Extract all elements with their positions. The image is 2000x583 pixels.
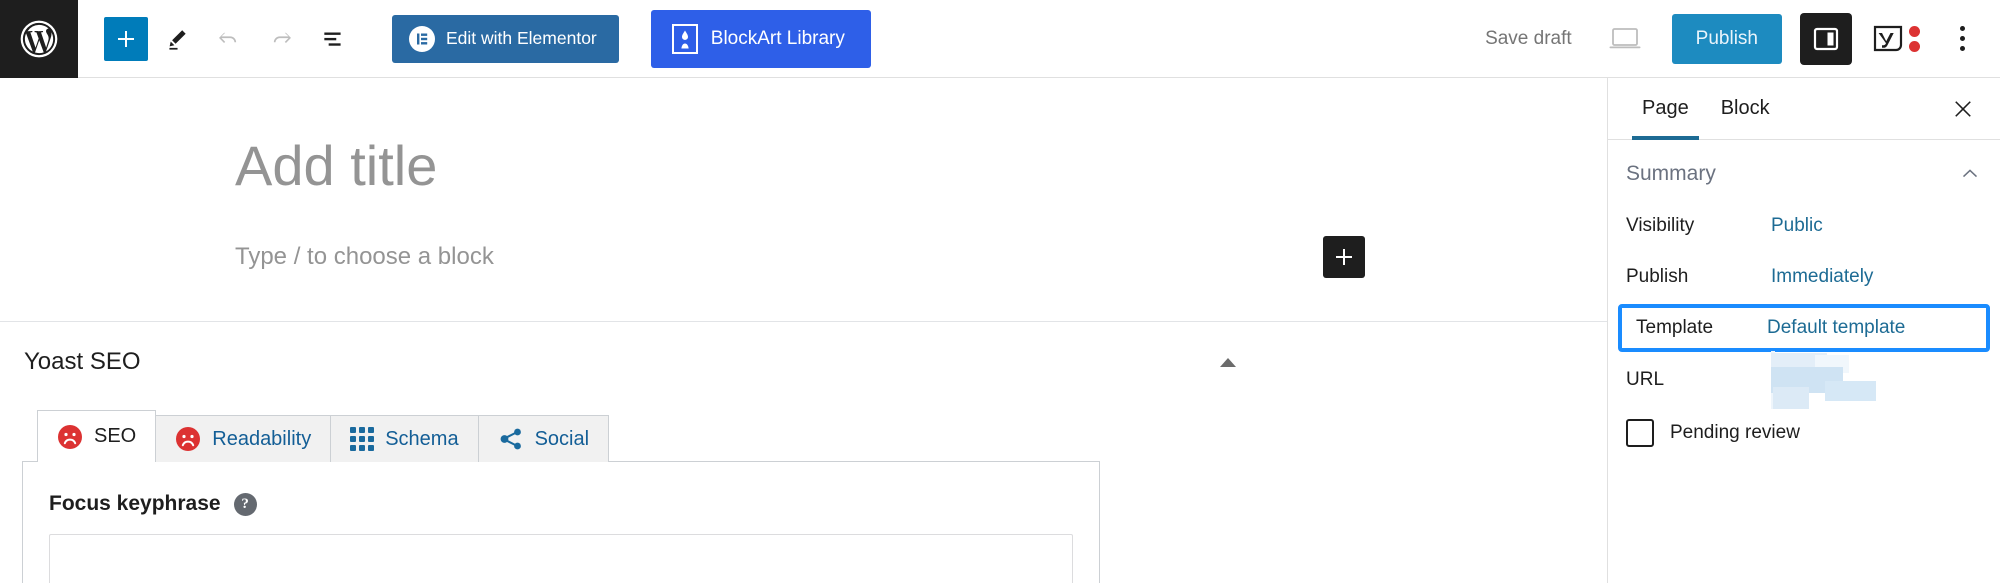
chevron-up-icon (1962, 169, 1978, 178)
more-options-button[interactable] (1942, 15, 1982, 63)
edit-with-elementor-label: Edit with Elementor (446, 28, 597, 48)
blockart-library-button[interactable]: BlockArt Library (650, 9, 871, 68)
yoast-tab-social-label: Social (534, 427, 590, 450)
block-placeholder-text[interactable]: Type / to choose a block (235, 243, 494, 271)
pending-review-checkbox[interactable] (1626, 419, 1654, 447)
summary-section-title: Summary (1626, 162, 1716, 185)
seo-score-bad-icon (57, 424, 83, 450)
settings-sidebar-toggle-button[interactable] (1800, 12, 1852, 65)
social-share-icon (498, 426, 524, 452)
summary-row-template: Template Default template (1618, 304, 1990, 352)
focus-keyphrase-input[interactable] (49, 534, 1073, 583)
yoast-tab-schema[interactable]: Schema (330, 415, 479, 462)
undo-button[interactable] (206, 16, 252, 62)
block-inserter-button[interactable] (104, 16, 148, 61)
readability-score-bad-icon (175, 426, 201, 452)
list-view-button[interactable] (310, 16, 356, 62)
yoast-tab-seo-label: SEO (94, 425, 137, 447)
visibility-value-button[interactable]: Public (1771, 215, 1823, 237)
canvas-block-inserter-button[interactable] (1323, 235, 1365, 278)
tab-page[interactable]: Page (1626, 78, 1705, 140)
schema-grid-icon (350, 427, 375, 451)
help-question-icon[interactable]: ? (233, 492, 257, 516)
summary-row-publish: Publish Immediately (1608, 251, 2000, 302)
url-value-redacted[interactable] (1771, 350, 1876, 409)
yoast-tab-social[interactable]: Social (477, 415, 610, 462)
tools-pencil-button[interactable] (154, 16, 200, 62)
publish-button[interactable]: Publish (1671, 13, 1782, 64)
visibility-label: Visibility (1626, 214, 1695, 236)
yoast-tab-schema-label: Schema (385, 427, 459, 450)
template-value-button[interactable]: Default template (1767, 317, 1905, 339)
blockart-library-label: BlockArt Library (710, 27, 845, 49)
more-options-icon (1959, 26, 1965, 31)
caret-up-icon (1220, 357, 1236, 367)
yoast-tab-readability-label: Readability (212, 427, 312, 450)
edit-with-elementor-button[interactable]: Edit with Elementor (392, 14, 619, 63)
yoast-collapse-toggle[interactable] (1214, 352, 1242, 373)
focus-keyphrase-label-row: Focus keyphrase ? (49, 492, 1073, 516)
toolbar-right-group: Save draft Publish (1471, 0, 2000, 78)
pending-review-row: Pending review (1608, 405, 2000, 447)
sidebar-tab-strip: Page Block (1608, 78, 2000, 140)
close-sidebar-button[interactable] (1940, 78, 1986, 139)
editor-canvas: Add title Type / to choose a block Yoast… (0, 78, 1607, 583)
yoast-metabox-header: Yoast SEO (0, 322, 1607, 384)
yoast-seo-metabox: Yoast SEO SEO Readability Schema Social … (0, 322, 1607, 583)
sidebar-panel-icon (1813, 27, 1839, 50)
editor-top-toolbar: Edit with Elementor BlockArt Library Sav… (0, 0, 2000, 78)
url-label: URL (1626, 368, 1665, 390)
wordpress-block-editor: Edit with Elementor BlockArt Library Sav… (0, 0, 2000, 583)
plus-icon (1336, 248, 1352, 265)
yoast-alert-dots (1909, 25, 1920, 52)
close-icon (1955, 100, 1971, 117)
post-title-input[interactable]: Add title (235, 135, 1607, 197)
pending-review-label[interactable]: Pending review (1670, 422, 1800, 444)
summary-row-url: URL (1608, 350, 2000, 409)
blockart-logo-icon (671, 23, 698, 54)
wordpress-logo-icon[interactable] (0, 0, 78, 78)
default-block-row: Type / to choose a block (235, 235, 1365, 278)
pencil-edit-icon (169, 29, 186, 50)
toolbar-tools-group (78, 0, 356, 78)
publish-value-button[interactable]: Immediately (1771, 266, 1873, 288)
yoast-logo-icon (1873, 25, 1903, 51)
elementor-logo-icon (409, 25, 435, 52)
summary-section-header[interactable]: Summary (1608, 140, 2000, 200)
preview-laptop-icon (1609, 27, 1641, 48)
publish-label: Publish (1626, 265, 1689, 287)
focus-keyphrase-label: Focus keyphrase (49, 492, 221, 515)
plus-icon (118, 30, 134, 47)
summary-row-visibility: Visibility Public (1608, 200, 2000, 251)
tab-block[interactable]: Block (1705, 78, 1786, 139)
yoast-seo-tab-panel: Focus keyphrase ? (22, 461, 1100, 583)
yoast-metabox-title: Yoast SEO (24, 348, 141, 375)
template-label: Template (1636, 317, 1714, 338)
settings-sidebar: Page Block Summary Visibility Public Pub… (1607, 78, 2000, 583)
yoast-tab-strip: SEO Readability Schema Social (37, 410, 1607, 462)
save-draft-button[interactable]: Save draft (1471, 28, 1586, 50)
yoast-tab-seo[interactable]: SEO (37, 410, 157, 462)
redo-arrow-icon (273, 32, 291, 43)
preview-button[interactable] (1598, 12, 1652, 66)
yoast-tab-readability[interactable]: Readability (155, 415, 332, 462)
list-view-icon (324, 32, 341, 46)
undo-arrow-icon (219, 32, 237, 43)
yoast-sidebar-toggle-button[interactable] (1868, 20, 1924, 58)
redo-button[interactable] (258, 16, 304, 62)
